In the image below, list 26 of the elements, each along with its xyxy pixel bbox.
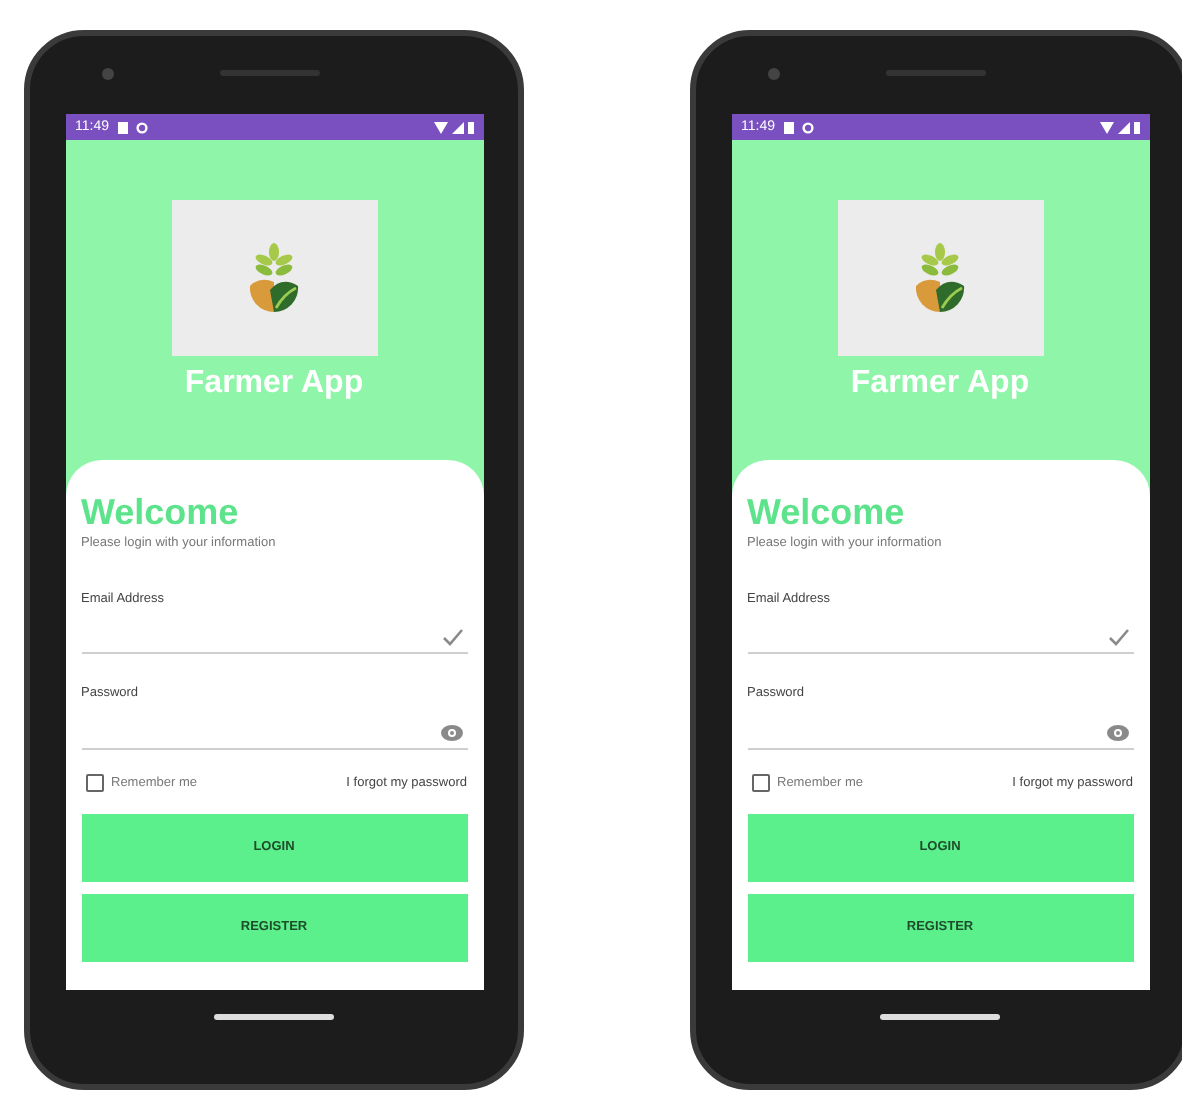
checkmark-icon	[441, 628, 463, 646]
app-title: Farmer App	[850, 368, 1030, 400]
sd-card-icon	[783, 121, 793, 133]
battery-icon	[467, 121, 473, 133]
home-indicator[interactable]	[880, 1013, 1000, 1019]
wifi-icon	[433, 121, 447, 133]
leaf-field-logo-icon	[914, 242, 966, 314]
remember-checkbox[interactable]	[85, 773, 103, 792]
eye-icon[interactable]	[1105, 723, 1129, 741]
welcome-heading: Welcome	[81, 494, 241, 530]
home-indicator[interactable]	[214, 1013, 334, 1019]
camera-icon	[768, 68, 780, 80]
leaf-field-logo-icon	[248, 242, 300, 314]
circle-icon	[801, 121, 813, 133]
camera-icon	[102, 68, 114, 80]
signal-icon	[1117, 121, 1129, 133]
eye-icon[interactable]	[439, 723, 463, 741]
remember-checkbox[interactable]	[751, 773, 769, 792]
sd-card-icon	[117, 121, 127, 133]
app-title: Farmer App	[184, 368, 364, 400]
signal-icon	[451, 121, 463, 133]
wifi-icon	[1099, 121, 1113, 133]
welcome-heading: Welcome	[747, 494, 907, 530]
circle-icon	[135, 121, 147, 133]
checkmark-icon	[1107, 628, 1129, 646]
battery-icon	[1133, 121, 1139, 133]
